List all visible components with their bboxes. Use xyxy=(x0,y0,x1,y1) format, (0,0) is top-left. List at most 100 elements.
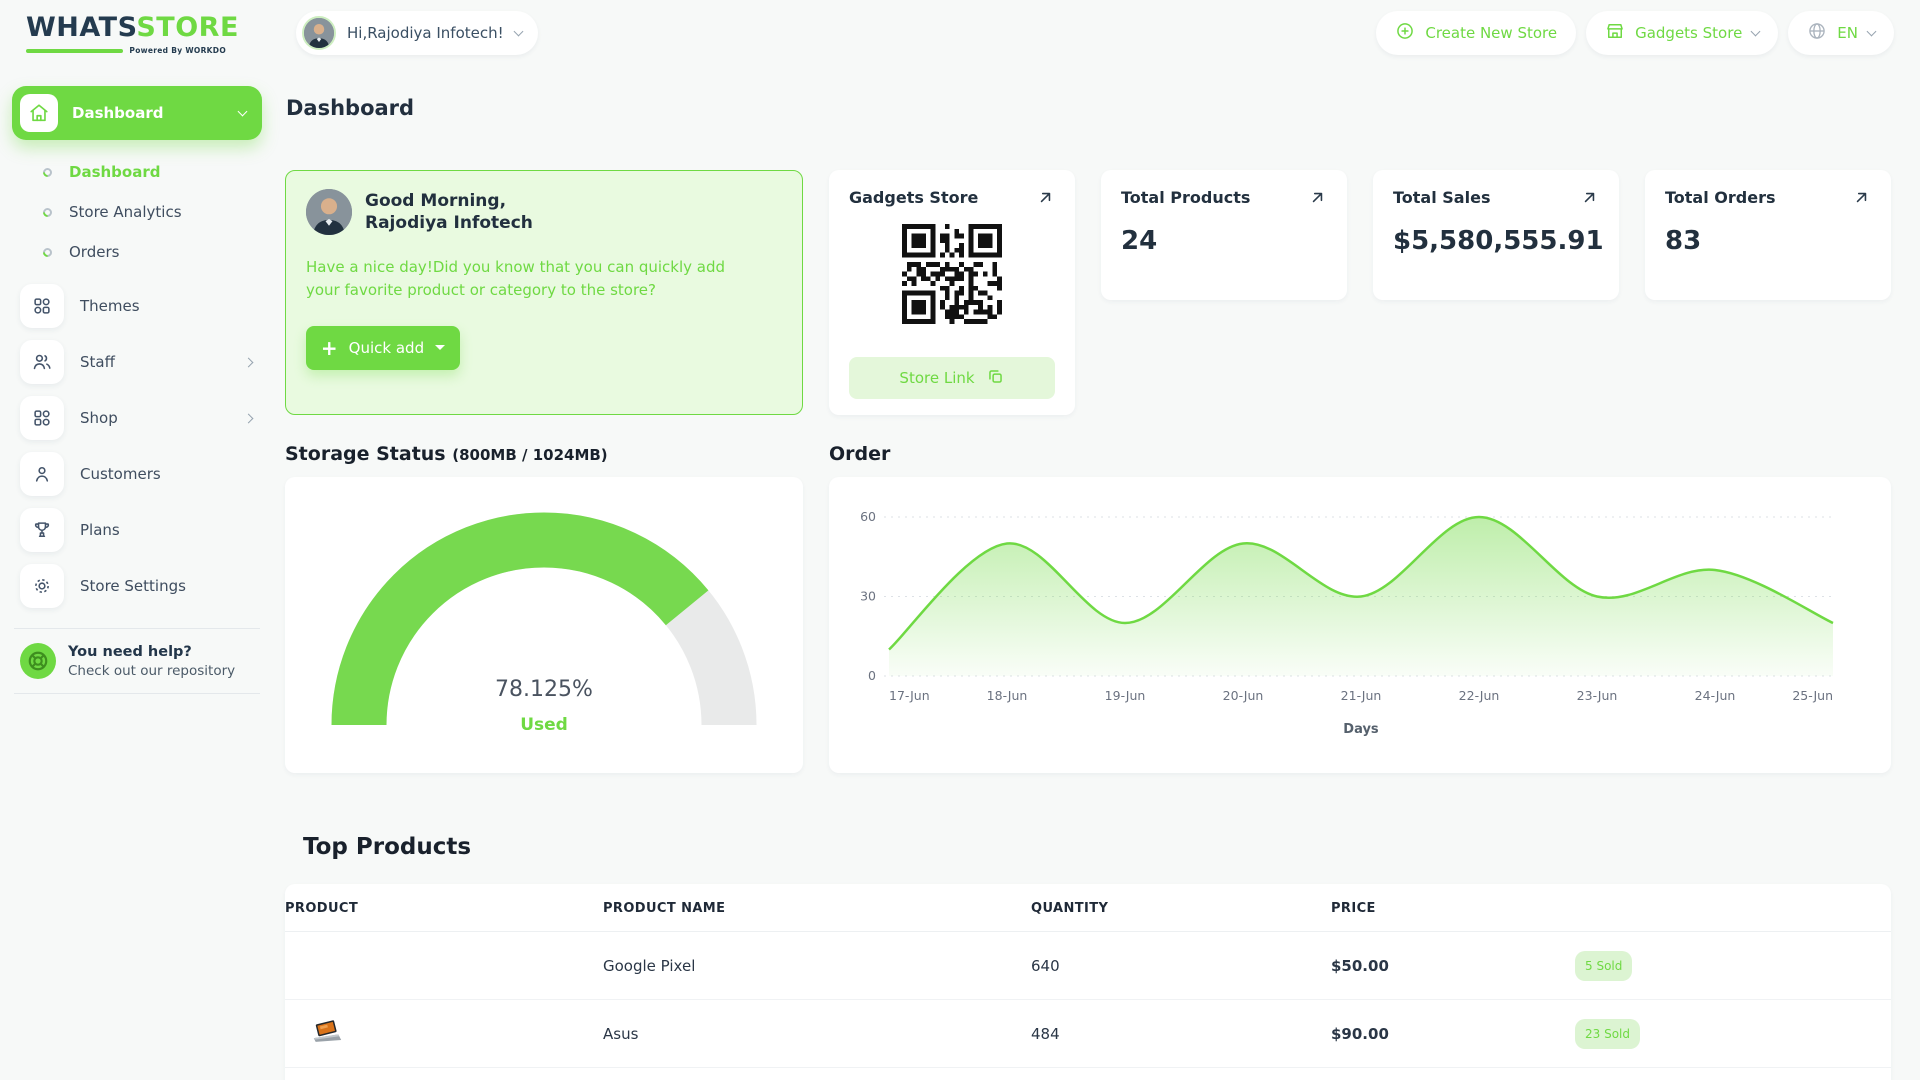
store-selector-label: Gadgets Store xyxy=(1635,24,1742,42)
help-subtitle: Check out our repository xyxy=(68,663,235,679)
user-avatar xyxy=(302,16,336,50)
column-header-product: PRODUCT xyxy=(285,884,603,932)
sidebar-item-themes[interactable]: Themes xyxy=(12,278,262,334)
table-row[interactable]: Asus 484 $90.00 23 Sold xyxy=(285,1000,1891,1068)
stat-card-total-sales: Total Sales $5,580,555.91 xyxy=(1373,170,1619,300)
sidebar-item-dashboard[interactable]: Dashboard xyxy=(12,152,262,192)
chevron-right-icon xyxy=(244,357,254,367)
logo-underline xyxy=(26,49,123,53)
svg-text:60: 60 xyxy=(860,509,876,524)
life-ring-icon xyxy=(20,643,56,679)
sidebar-divider xyxy=(14,628,260,629)
sidebar-item-orders[interactable]: Orders xyxy=(12,232,262,272)
gear-icon xyxy=(20,564,64,608)
storefront-icon xyxy=(1605,21,1625,45)
top-products-title: Top Products xyxy=(303,834,471,860)
whatsstore-dashboard: WHATSSTORE Powered By WORKDO Hi,Rajodiya… xyxy=(0,0,1920,1080)
chevron-down-icon xyxy=(1867,26,1877,36)
product-price: $90.00 xyxy=(1331,1000,1575,1068)
language-selector[interactable]: EN xyxy=(1788,11,1894,55)
top-products-card: PRODUCT PRODUCT NAME QUANTITY PRICE Goog… xyxy=(285,884,1891,1080)
sidebar-item-staff[interactable]: Staff xyxy=(12,334,262,390)
product-price: $50.00 xyxy=(1331,932,1575,1000)
storage-capacity-label: (800MB / 1024MB) xyxy=(452,446,607,464)
store-qr-card: Gadgets Store Store Link xyxy=(829,170,1075,415)
column-header-quantity: QUANTITY xyxy=(1031,884,1331,932)
stat-value: $5,580,555.91 xyxy=(1393,226,1599,256)
bullet-icon xyxy=(41,246,54,259)
sidebar-submenu: Dashboard Store Analytics Orders xyxy=(12,140,262,278)
user-greeting-label: Hi,Rajodiya Infotech! xyxy=(347,24,504,42)
storage-gauge xyxy=(329,495,759,743)
sidebar-item-store-settings[interactable]: Store Settings xyxy=(12,558,262,614)
sidebar-item-label: Dashboard xyxy=(69,163,160,181)
external-link-icon[interactable] xyxy=(1852,188,1871,211)
storage-percent-value: 78.125% xyxy=(285,677,803,702)
powered-by-label: Powered By WORKDO xyxy=(129,46,226,55)
svg-text:24-Jun: 24-Jun xyxy=(1695,688,1736,703)
sidebar-item-plans[interactable]: Plans xyxy=(12,502,262,558)
help-link[interactable]: You need help? Check out our repository xyxy=(12,643,262,679)
svg-text:Days: Days xyxy=(1343,722,1379,737)
copy-icon xyxy=(986,367,1005,390)
sidebar-item-label: Store Settings xyxy=(80,577,252,595)
stat-label: Total Orders xyxy=(1665,188,1776,207)
create-new-store-button[interactable]: Create New Store xyxy=(1376,11,1576,55)
product-quantity: 484 xyxy=(1031,1000,1331,1068)
greeting-avatar xyxy=(306,189,352,235)
store-card-title: Gadgets Store xyxy=(849,188,978,207)
chevron-down-icon xyxy=(513,26,523,36)
greeting-message: Have a nice day!Did you know that you ca… xyxy=(306,256,751,303)
svg-text:30: 30 xyxy=(860,589,876,604)
language-label: EN xyxy=(1837,24,1858,42)
external-link-icon[interactable] xyxy=(1036,188,1055,211)
column-header-product-name: PRODUCT NAME xyxy=(603,884,1031,932)
sidebar-group-label: Dashboard xyxy=(72,104,225,122)
sidebar-item-store-analytics[interactable]: Store Analytics xyxy=(12,192,262,232)
svg-text:19-Jun: 19-Jun xyxy=(1105,688,1146,703)
quick-add-label: Quick add xyxy=(349,339,424,357)
order-chart-card: 0306017-Jun18-Jun19-Jun20-Jun21-Jun22-Ju… xyxy=(829,477,1891,773)
grid-icon xyxy=(20,396,64,440)
store-qr-code xyxy=(902,224,1002,324)
column-header-price: PRICE xyxy=(1331,884,1575,932)
external-link-icon[interactable] xyxy=(1308,188,1327,211)
order-area-chart: 0306017-Jun18-Jun19-Jun20-Jun21-Jun22-Ju… xyxy=(849,491,1871,743)
help-title: You need help? xyxy=(68,644,235,660)
product-name: Asus xyxy=(603,1000,1031,1068)
chevron-down-icon xyxy=(1751,26,1761,36)
sidebar-item-label: Staff xyxy=(80,353,229,371)
create-new-store-label: Create New Store xyxy=(1425,24,1557,42)
home-icon xyxy=(20,94,58,132)
whatsstore-logo[interactable]: WHATSSTORE Powered By WORKDO xyxy=(26,14,226,55)
chevron-right-icon xyxy=(244,413,254,423)
svg-text:0: 0 xyxy=(868,668,876,683)
stat-card-total-orders: Total Orders 83 xyxy=(1645,170,1891,300)
store-link-button[interactable]: Store Link xyxy=(849,357,1055,399)
svg-text:17-Jun: 17-Jun xyxy=(889,688,930,703)
order-section-title: Order xyxy=(829,443,890,465)
stat-value: 24 xyxy=(1121,226,1327,256)
sidebar-item-customers[interactable]: Customers xyxy=(12,446,262,502)
sidebar-item-label: Store Analytics xyxy=(69,203,182,221)
quick-add-button[interactable]: + Quick add xyxy=(306,326,460,370)
table-header-row: PRODUCT PRODUCT NAME QUANTITY PRICE xyxy=(285,884,1891,932)
svg-text:23-Jun: 23-Jun xyxy=(1577,688,1618,703)
store-selector[interactable]: Gadgets Store xyxy=(1586,11,1778,55)
sidebar-item-shop[interactable]: Shop xyxy=(12,390,262,446)
sidebar: Dashboard Dashboard Store Analytics Orde… xyxy=(12,70,262,708)
greeting-line1: Good Morning, xyxy=(365,191,533,211)
trophy-icon xyxy=(20,508,64,552)
sidebar-item-label: Shop xyxy=(80,409,229,427)
plus-icon: + xyxy=(321,338,338,358)
external-link-icon[interactable] xyxy=(1580,188,1599,211)
stat-card-total-products: Total Products 24 xyxy=(1101,170,1347,300)
stat-value: 83 xyxy=(1665,226,1871,256)
sidebar-group-dashboard[interactable]: Dashboard xyxy=(12,86,262,140)
bullet-icon xyxy=(41,166,54,179)
table-row[interactable]: Google Pixel 640 $50.00 5 Sold xyxy=(285,932,1891,1000)
product-quantity: 640 xyxy=(1031,932,1331,1000)
stat-label: Total Sales xyxy=(1393,188,1490,207)
user-menu[interactable]: Hi,Rajodiya Infotech! xyxy=(296,11,538,55)
product-image-laptop xyxy=(310,1030,344,1048)
